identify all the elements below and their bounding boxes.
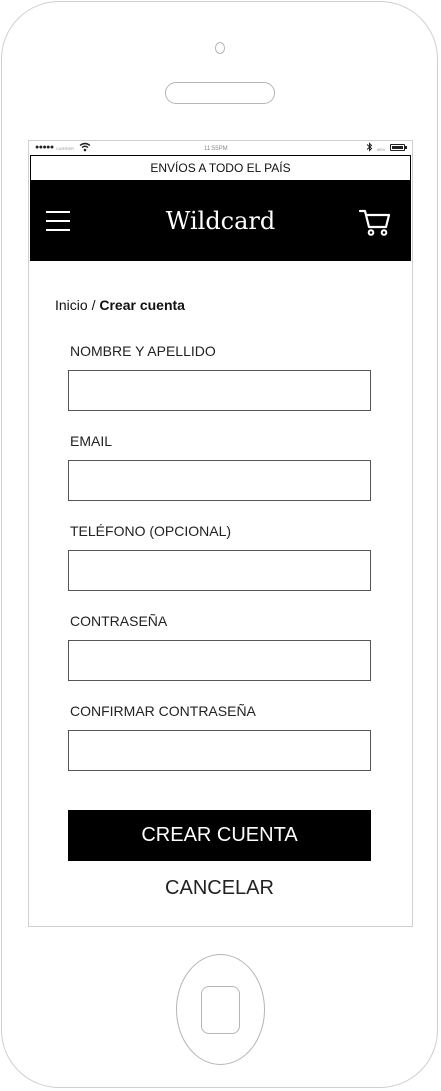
promo-banner: ENVÍOS A TODO EL PAÍS <box>30 155 411 181</box>
email-input[interactable] <box>68 460 371 501</box>
carrier-name: CARRIER <box>56 146 75 151</box>
status-time: 11:55PM <box>204 146 228 152</box>
password-label: CONTRASEÑA <box>70 613 168 629</box>
full-name-label: NOMBRE Y APELLIDO <box>70 343 216 359</box>
speaker-grille <box>165 82 275 104</box>
shopping-cart-icon[interactable] <box>358 207 392 237</box>
wifi-icon <box>79 142 91 154</box>
hamburger-menu-icon[interactable] <box>46 210 70 232</box>
phone-label: TELÉFONO (OPCIONAL) <box>70 523 232 539</box>
brand-logo[interactable]: Wildcard <box>130 205 311 237</box>
status-bar: ●●●●● CARRIER 11:55PM 88% <box>32 142 410 155</box>
full-name-input[interactable] <box>68 370 371 411</box>
email-label: EMAIL <box>70 433 113 449</box>
battery-percentage: 88% <box>377 147 386 152</box>
bluetooth-icon <box>366 142 373 154</box>
breadcrumb-separator: / <box>87 297 100 313</box>
confirm-password-input[interactable] <box>68 730 371 771</box>
create-account-button[interactable]: CREAR CUENTA <box>68 810 371 861</box>
camera-icon <box>215 42 225 54</box>
site-header: Wildcard <box>30 181 411 261</box>
confirm-password-label: CONFIRMAR CONTRASEÑA <box>70 703 256 719</box>
home-button-square-icon <box>201 986 240 1034</box>
battery-icon <box>390 144 407 151</box>
phone-input[interactable] <box>68 550 371 591</box>
breadcrumb-home-link[interactable]: Inicio <box>55 297 88 313</box>
breadcrumb-current: Crear cuenta <box>99 297 185 313</box>
signal-strength-icon: ●●●●● <box>35 144 54 151</box>
breadcrumb: Inicio / Crear cuenta <box>55 297 185 313</box>
cancel-button[interactable]: CANCELAR <box>68 877 371 900</box>
password-input[interactable] <box>68 640 371 681</box>
